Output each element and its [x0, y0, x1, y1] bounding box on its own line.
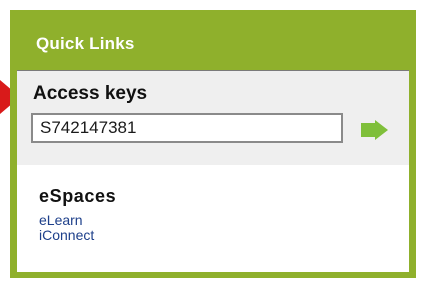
quick-links-panel: Quick Links Access keys eSpaces eLearn i…: [10, 10, 416, 278]
right-arrow-icon: [361, 120, 388, 140]
access-key-input[interactable]: [31, 113, 343, 143]
screenshot-stage: Quick Links Access keys eSpaces eLearn i…: [0, 0, 430, 288]
quick-links-title: Quick Links: [36, 34, 135, 53]
quick-links-content: Access keys eSpaces eLearn iConnect: [17, 70, 409, 272]
access-keys-title: Access keys: [33, 83, 148, 104]
go-button[interactable]: [361, 120, 388, 140]
iconnect-link[interactable]: iConnect: [39, 227, 94, 243]
elearn-link[interactable]: eLearn: [39, 212, 83, 228]
espaces-title: eSpaces: [39, 186, 117, 206]
access-keys-section: Access keys: [17, 71, 409, 165]
